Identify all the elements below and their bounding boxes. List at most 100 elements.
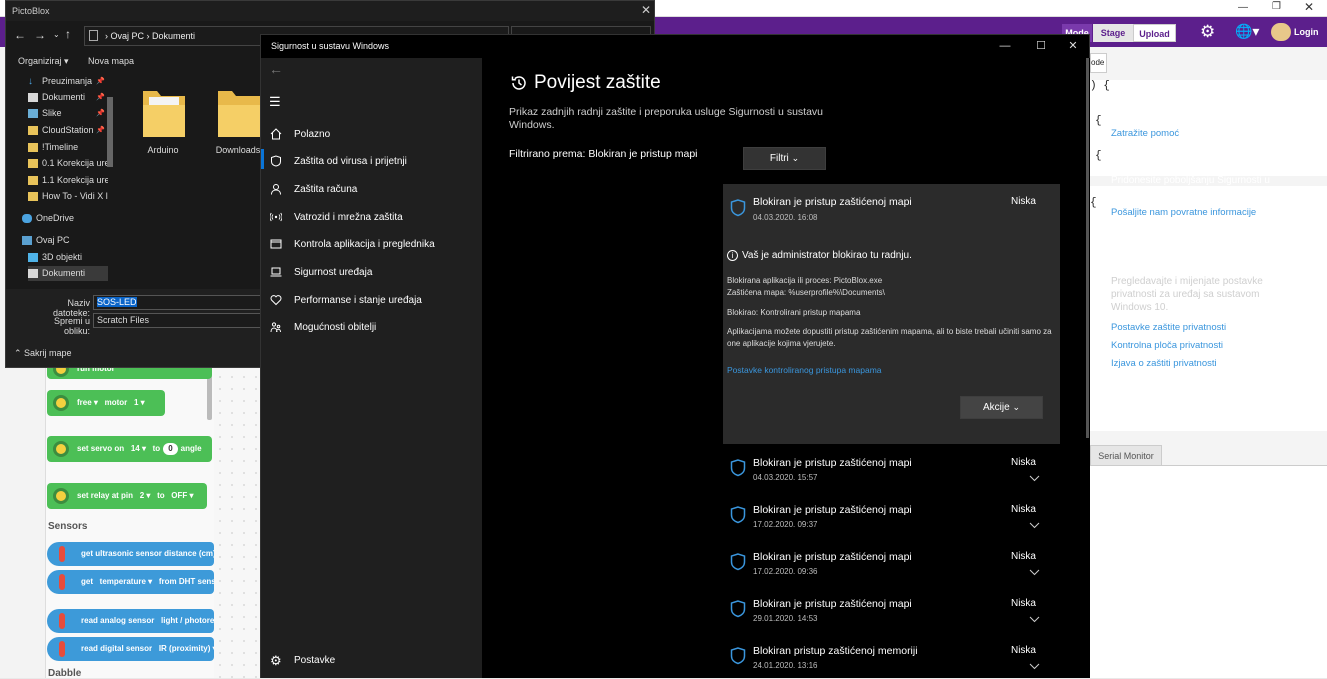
nav-item-settings[interactable]: ⚙ Postavke bbox=[261, 647, 482, 674]
block-dropdown[interactable]: light / photoresisto bbox=[161, 616, 214, 625]
actions-button[interactable]: Akcije ⌄ bbox=[960, 396, 1043, 419]
filename-field[interactable]: SOS-LED bbox=[93, 295, 263, 310]
nav-item-home[interactable]: Polazno bbox=[261, 121, 482, 148]
nav-item-firewall[interactable]: Vatrozid i mrežna zaštita bbox=[261, 204, 482, 231]
event-row[interactable]: Blokiran je pristup zaštićenoj mapi 29.0… bbox=[723, 594, 1060, 634]
tree-item[interactable]: How To - Vidi X l bbox=[28, 189, 108, 204]
chevron-down-icon[interactable] bbox=[1029, 616, 1040, 623]
dht-block[interactable]: get temperature ▾ from DHT senso bbox=[47, 570, 214, 594]
restore-icon[interactable]: ❐ bbox=[1272, 1, 1281, 12]
block-dropdown[interactable]: temperature bbox=[100, 577, 146, 586]
chevron-down-icon[interactable]: ⌄ bbox=[53, 30, 60, 39]
block-dropdown[interactable]: 1 bbox=[134, 398, 138, 407]
filetype-select[interactable]: Scratch Files bbox=[93, 313, 263, 328]
back-arrow-icon[interactable]: ← bbox=[269, 61, 283, 77]
globe-icon[interactable]: 🌐▾ bbox=[1235, 23, 1259, 40]
close-icon[interactable]: ✕ bbox=[1056, 35, 1090, 58]
minimize-icon[interactable]: — bbox=[988, 35, 1022, 58]
login-link[interactable]: Login bbox=[1294, 27, 1319, 37]
gear-icon[interactable]: ⚙ bbox=[1200, 22, 1215, 42]
feedback-link[interactable]: Pošaljite nam povratne informacije bbox=[1111, 206, 1291, 219]
event-row[interactable]: Blokiran je pristup zaštićenoj mapi 04.0… bbox=[723, 453, 1060, 493]
ultrasonic-block[interactable]: get ultrasonic sensor distance (cm) | tr… bbox=[47, 542, 214, 566]
tree-item[interactable]: 0.1 Korekcija ure bbox=[28, 156, 108, 171]
filename-label: Naziv datoteke: bbox=[52, 298, 90, 318]
event-row[interactable]: Blokiran pristup zaštićenoj memoriji 24.… bbox=[723, 641, 1060, 678]
folder-icon[interactable] bbox=[216, 83, 262, 139]
tree-scrollbar[interactable] bbox=[107, 97, 113, 167]
serial-monitor-tab[interactable]: Serial Monitor bbox=[1090, 445, 1162, 465]
tree-item-selected[interactable]: Dokumenti bbox=[28, 266, 108, 281]
nav-item-app-control[interactable]: Kontrola aplikacija i preglednika bbox=[261, 231, 482, 258]
chevron-down-icon: ⌄ bbox=[1012, 402, 1020, 412]
set-relay-block[interactable]: set relay at pin 2 ▾ to OFF ▾ bbox=[47, 483, 207, 509]
free-motor-block[interactable]: free ▾ motor 1 ▾ bbox=[47, 390, 165, 416]
organize-menu[interactable]: Organiziraj ▾ bbox=[18, 56, 69, 67]
cfa-settings-link[interactable]: Postavke kontroliranog pristupa mapama bbox=[727, 365, 882, 375]
chevron-down-icon[interactable] bbox=[1029, 569, 1040, 576]
block-dropdown[interactable]: 2 bbox=[140, 491, 144, 500]
chevron-down-icon[interactable] bbox=[1029, 522, 1040, 529]
digital-sensor-block[interactable]: read digital sensor IR (proximity) ▾ bbox=[47, 637, 214, 661]
hamburger-icon[interactable]: ☰ bbox=[269, 94, 281, 110]
event-date: 17.02.2020. 09:36 bbox=[753, 567, 818, 576]
folder-label[interactable]: Arduino bbox=[128, 145, 198, 155]
breadcrumb[interactable]: Dokumenti bbox=[152, 31, 195, 41]
privacy-link[interactable]: Izjava o zaštiti privatnosti bbox=[1111, 357, 1291, 370]
chevron-down-icon[interactable] bbox=[1029, 475, 1040, 482]
nav-item-family[interactable]: Mogućnosti obitelji bbox=[261, 314, 482, 341]
block-dropdown[interactable]: IR (proximity) bbox=[159, 644, 211, 653]
help-link[interactable]: Zatražite pomoć bbox=[1111, 127, 1291, 140]
tree-label: OneDrive bbox=[36, 213, 75, 223]
chevron-down-icon[interactable] bbox=[1029, 663, 1040, 670]
event-severity: Niska bbox=[1010, 504, 1036, 515]
block-dropdown[interactable]: 14 bbox=[131, 444, 140, 453]
stage-button[interactable]: Stage bbox=[1093, 24, 1133, 42]
angle-input[interactable]: 0 bbox=[163, 443, 178, 455]
block-dropdown[interactable]: free bbox=[77, 398, 92, 407]
filters-button[interactable]: Filtri ⌄ bbox=[743, 147, 826, 170]
minimize-icon[interactable]: — bbox=[1238, 2, 1248, 13]
navigation-tree: ↓ Preuzimanja Dokumenti Slike CloudStatio… bbox=[6, 71, 116, 289]
hide-folders-toggle[interactable]: ⌃ Sakrij mape bbox=[14, 348, 72, 359]
privacy-link[interactable]: Kontrolna ploča privatnosti bbox=[1111, 339, 1291, 352]
tree-item[interactable]: 3D objekti bbox=[28, 250, 108, 265]
gear-icon: ⚙ bbox=[270, 653, 282, 668]
tree-item[interactable]: Ovaj PC bbox=[22, 233, 102, 248]
nav-item-device-security[interactable]: Sigurnost uređaja bbox=[261, 259, 482, 286]
tree-item[interactable]: OneDrive bbox=[22, 211, 102, 226]
maximize-icon[interactable]: ☐ bbox=[1024, 35, 1058, 58]
block-label: to bbox=[157, 491, 165, 500]
new-folder-button[interactable]: Nova mapa bbox=[88, 56, 134, 66]
upload-button[interactable]: Upload bbox=[1133, 24, 1176, 42]
tree-item[interactable]: !Timeline bbox=[28, 140, 108, 155]
image-icon bbox=[28, 109, 38, 118]
tree-item[interactable]: 1.1 Korekcija ure bbox=[28, 173, 108, 188]
avatar[interactable] bbox=[1271, 23, 1291, 41]
event-row[interactable]: Blokiran je pristup zaštićenoj mapi 17.0… bbox=[723, 547, 1060, 587]
folder-icon bbox=[28, 143, 38, 152]
chevron-up-icon: ⌃ bbox=[14, 348, 25, 358]
event-row[interactable]: Blokiran je pristup zaštićenoj mapi 17.0… bbox=[723, 500, 1060, 540]
close-icon[interactable]: ✕ bbox=[1304, 0, 1314, 14]
folder-icon[interactable] bbox=[141, 83, 187, 139]
privacy-text: Pregledavajte i mijenjate postavke priva… bbox=[1111, 276, 1263, 313]
nav-item-performance[interactable]: Performanse i stanje uređaja bbox=[261, 287, 482, 314]
set-servo-block[interactable]: set servo on 14 ▾ to 0 angle bbox=[47, 436, 212, 462]
forward-icon[interactable]: → bbox=[34, 28, 46, 42]
history-icon bbox=[511, 76, 526, 90]
block-dropdown[interactable]: OFF bbox=[171, 491, 187, 500]
event-date: 24.01.2020. 13:16 bbox=[753, 661, 818, 670]
code-mode-button[interactable]: ode bbox=[1090, 53, 1107, 73]
back-icon[interactable]: ← bbox=[14, 28, 26, 42]
up-icon[interactable]: ↑ bbox=[65, 27, 71, 41]
main-scrollbar[interactable] bbox=[1086, 58, 1089, 438]
event-date: 04.03.2020. 16:08 bbox=[753, 213, 818, 222]
analog-sensor-block[interactable]: read analog sensor light / photoresisto bbox=[47, 609, 214, 633]
nav-item-virus[interactable]: Zaštita od virusa i prijetnji bbox=[261, 148, 482, 175]
nav-item-account[interactable]: Zaštita računa bbox=[261, 176, 482, 203]
breadcrumb[interactable]: Ovaj PC bbox=[111, 31, 145, 41]
privacy-link[interactable]: Postavke zaštite privatnosti bbox=[1111, 321, 1291, 334]
close-icon[interactable]: ✕ bbox=[641, 3, 651, 17]
event-card-expanded[interactable]: Blokiran je pristup zaštićenoj mapi 04.0… bbox=[723, 184, 1060, 444]
